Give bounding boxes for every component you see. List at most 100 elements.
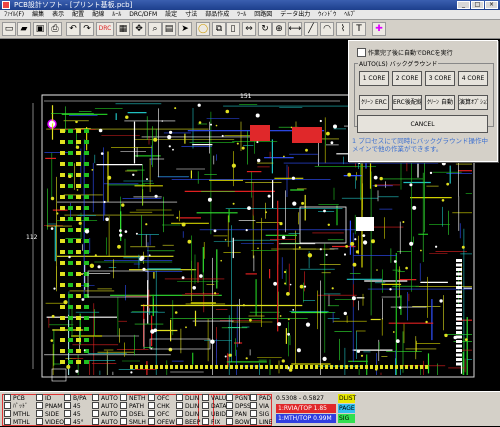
status-toggle[interactable]: MTHL: [4, 418, 30, 427]
status-toggle[interactable]: FIX: [202, 418, 220, 427]
core-1-button[interactable]: 1 CORE: [359, 71, 389, 86]
app-icon: [2, 1, 10, 9]
erc-route-button[interactable]: ERC後配線: [392, 95, 422, 110]
rotate-icon[interactable]: ↻: [258, 22, 272, 36]
select-icon[interactable]: ➤: [178, 22, 192, 36]
swatch-sig[interactable]: SIG: [338, 414, 355, 423]
core-4-button[interactable]: 4 CORE: [458, 71, 488, 86]
layer-icon[interactable]: ▤: [162, 22, 176, 36]
pad: [456, 272, 462, 276]
pad: [270, 365, 273, 369]
core-3-button[interactable]: 3 CORE: [425, 71, 455, 86]
pad: [76, 316, 81, 320]
pad: [400, 365, 403, 369]
close-button[interactable]: ×: [485, 1, 498, 9]
status-toggle[interactable]: BEEP: [176, 418, 200, 427]
calc-option-button[interactable]: 演算ｵﾌﾟｼｮﾝ: [458, 95, 488, 110]
menu-item[interactable]: DRC/DFM: [125, 10, 161, 19]
swatch-dlist[interactable]: DLIST: [338, 394, 356, 403]
menu-item[interactable]: 配線: [88, 10, 108, 19]
cancel-button[interactable]: CANCEL: [357, 115, 488, 133]
line-icon[interactable]: ╱: [304, 22, 318, 36]
status-toggle[interactable]: LINE: [250, 418, 272, 427]
cross-icon[interactable]: ✚: [372, 22, 386, 36]
via: [389, 288, 392, 291]
copy-icon[interactable]: ⧉: [212, 22, 226, 36]
pad: [60, 327, 65, 331]
menu-item[interactable]: データ出力: [276, 10, 314, 19]
status-toggle[interactable]: SMLH: [120, 418, 146, 427]
auto-drc-checkbox[interactable]: [357, 48, 366, 57]
clean-auto-button[interactable]: ｸﾘｰﾝ 自動: [425, 95, 455, 110]
menu-item[interactable]: 編集: [28, 10, 48, 19]
maximize-button[interactable]: □: [471, 1, 484, 9]
core-2-button[interactable]: 2 CORE: [392, 71, 422, 86]
redo-icon[interactable]: ↷: [80, 22, 94, 36]
toggle-checkbox-icon: [64, 402, 71, 409]
status-toggle-label: SIDE: [45, 411, 59, 418]
pan-icon[interactable]: ✥: [132, 22, 146, 36]
via: [168, 347, 173, 352]
pad: [60, 195, 65, 199]
arc-icon[interactable]: ◠: [320, 22, 334, 36]
grid-icon[interactable]: ▦: [116, 22, 130, 36]
ic-chip: [356, 217, 374, 231]
status-toggle-label: DLIN: [185, 411, 200, 418]
pad: [76, 294, 81, 298]
print-icon[interactable]: ⎙: [48, 22, 62, 36]
measure-icon[interactable]: ⟷: [288, 22, 302, 36]
minimize-button[interactable]: _: [457, 1, 470, 9]
status-toggle[interactable]: AUTO: [92, 418, 118, 427]
via: [326, 131, 330, 136]
via: [53, 287, 56, 290]
menu-item[interactable]: ﾌｧｲﾙ(F): [0, 10, 28, 19]
via: [319, 248, 322, 251]
via: [192, 286, 196, 290]
open-folder-icon[interactable]: ▰: [17, 22, 31, 36]
menu-item[interactable]: ｳｨﾝﾄﾞｳ: [314, 10, 340, 19]
via: [215, 124, 218, 127]
text-icon[interactable]: T: [352, 22, 366, 36]
status-toggle[interactable]: 45°: [64, 418, 84, 427]
circle-icon[interactable]: ◯: [196, 22, 210, 36]
paste-icon[interactable]: ▯: [226, 22, 240, 36]
menu-item[interactable]: 回路図: [250, 10, 276, 19]
via: [135, 232, 138, 235]
status-toggle[interactable]: VIDEO: [36, 418, 64, 427]
menu-item[interactable]: ﾙｰﾙ: [108, 10, 125, 19]
new-file-icon[interactable]: ▭: [2, 22, 16, 36]
via: [362, 234, 366, 238]
menu-item[interactable]: ﾍﾙﾌﾟ: [340, 10, 360, 19]
move-icon[interactable]: ⇔: [242, 22, 256, 36]
pad: [320, 365, 323, 369]
save-icon[interactable]: ▣: [33, 22, 47, 36]
wire-icon[interactable]: ⌇: [336, 22, 350, 36]
via: [119, 233, 123, 237]
pad: [405, 365, 408, 369]
pad: [410, 365, 413, 369]
undo-icon[interactable]: ↶: [66, 22, 80, 36]
menu-item[interactable]: ﾂｰﾙ: [233, 10, 250, 19]
via: [187, 239, 192, 244]
via: [409, 183, 413, 187]
via: [291, 176, 295, 180]
pad: [456, 286, 462, 289]
pad: [456, 259, 462, 262]
menu-item[interactable]: 配置: [68, 10, 88, 19]
toggle-checkbox-icon: [36, 402, 43, 409]
red-pad-block: [250, 125, 270, 141]
drc-icon[interactable]: DRC: [96, 22, 114, 36]
swatch-page[interactable]: PAGE: [338, 404, 355, 413]
menu-item[interactable]: 寸法: [181, 10, 201, 19]
pad: [60, 184, 65, 188]
menu-item[interactable]: 部品作成: [201, 10, 233, 19]
pin-icon[interactable]: ⊕: [272, 22, 286, 36]
menu-item[interactable]: 表示: [48, 10, 68, 19]
status-toggle[interactable]: OFEW: [148, 418, 175, 427]
pad: [295, 365, 298, 369]
via: [78, 221, 82, 225]
menu-item[interactable]: 設定: [161, 10, 181, 19]
clean-erc-button[interactable]: ｸﾘｰﾝ ERC: [359, 95, 389, 110]
pad: [76, 272, 81, 276]
zoom-icon[interactable]: ⌕: [148, 22, 162, 36]
